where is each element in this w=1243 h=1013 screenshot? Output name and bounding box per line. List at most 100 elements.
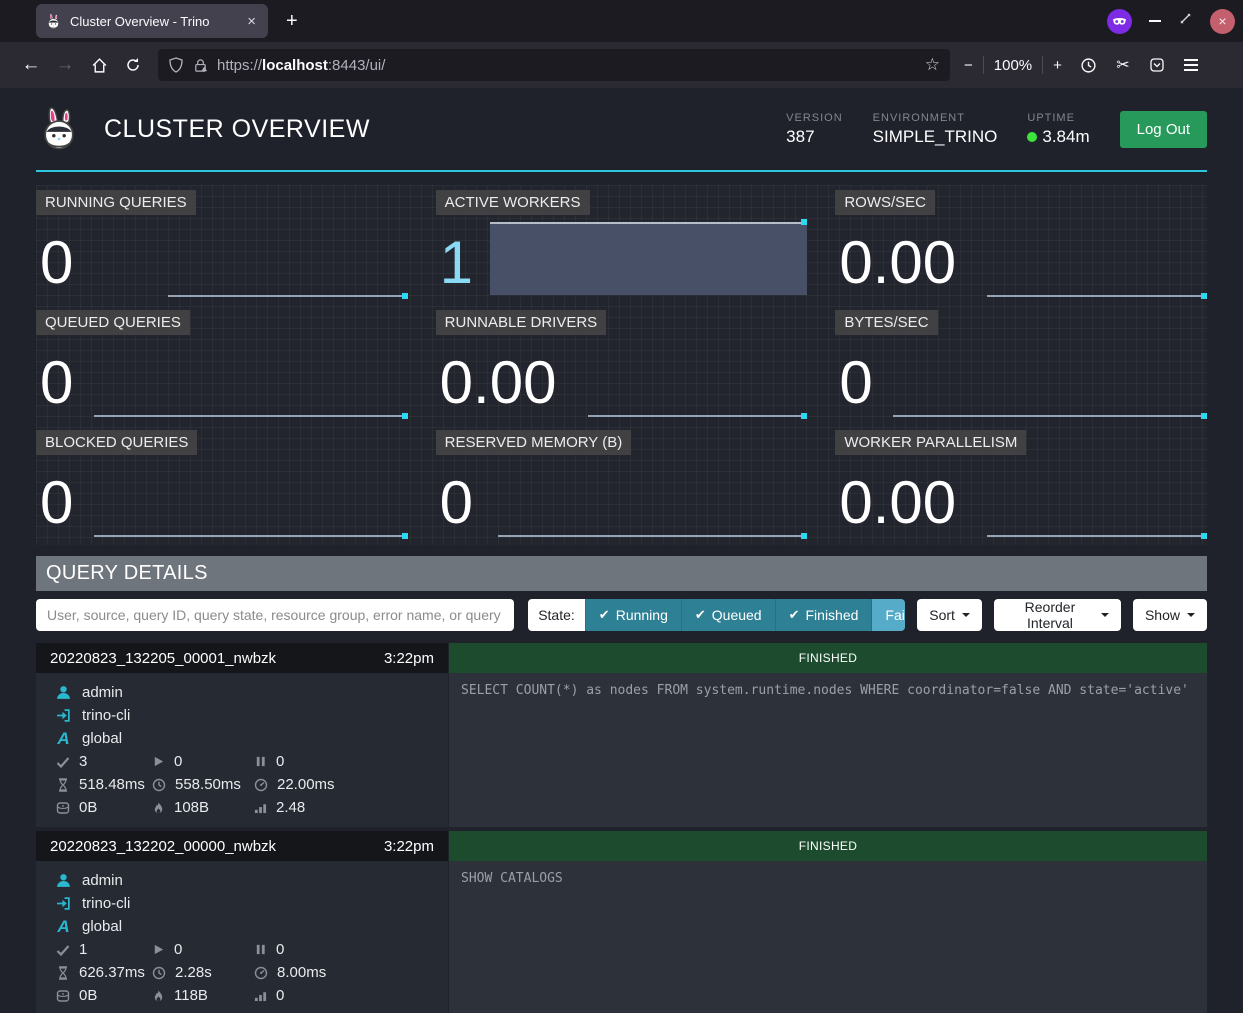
- query-details-header: QUERY DETAILS: [36, 556, 1207, 591]
- check-icon: ✔: [599, 607, 610, 623]
- stat-value: 0.00: [839, 233, 956, 293]
- query-row-header: 20220823_132205_00001_nwbzk 3:22pm FINIS…: [36, 643, 1207, 673]
- query-list: 20220823_132205_00001_nwbzk 3:22pm FINIS…: [36, 643, 1207, 1013]
- tab-title: Cluster Overview - Trino: [70, 14, 244, 29]
- zoom-level[interactable]: 100%: [994, 57, 1032, 74]
- stat-card-rows-sec: ROWS/SEC 0.00: [835, 185, 1207, 305]
- forward-button[interactable]: →: [48, 54, 82, 76]
- sparkline-dot: [801, 413, 807, 419]
- sparkline: [987, 295, 1205, 297]
- tracking-shield-icon[interactable]: [168, 57, 184, 73]
- check-icon: ✔: [695, 607, 706, 623]
- reorder-interval-dropdown[interactable]: Reorder Interval: [994, 599, 1121, 631]
- completed-splits-icon: [56, 943, 70, 957]
- query-search-input[interactable]: [36, 599, 514, 631]
- sort-dropdown[interactable]: Sort: [917, 599, 982, 631]
- query-filter-row: State: ✔ Running ✔ Queued ✔ Finished Fai…: [36, 599, 1207, 631]
- stat-label: RESERVED MEMORY (B): [436, 430, 632, 455]
- query-user: admin: [82, 872, 123, 889]
- browser-tab-bar: Cluster Overview - Trino × + ×: [0, 0, 1243, 42]
- private-browsing-icon: [1107, 9, 1132, 34]
- stat-label: ROWS/SEC: [835, 190, 935, 215]
- queued-splits-icon: [254, 943, 267, 956]
- query-time: 3:22pm: [384, 650, 434, 667]
- version-info: VERSION 387: [786, 112, 843, 147]
- resource-group-icon: A: [56, 729, 71, 749]
- uptime-info: UPTIME 3.84m: [1027, 112, 1089, 147]
- back-button[interactable]: ←: [14, 54, 48, 76]
- query-source: trino-cli: [82, 707, 130, 724]
- sparkline-dot: [801, 219, 807, 225]
- stat-label: RUNNABLE DRIVERS: [436, 310, 607, 335]
- chevron-down-icon: [1101, 613, 1109, 617]
- stat-value: 0: [440, 473, 473, 533]
- filter-queued-button[interactable]: ✔ Queued: [681, 599, 775, 631]
- query-id-link[interactable]: 20220823_132205_00001_nwbzk: [50, 650, 276, 667]
- stat-card-runnable-drivers: RUNNABLE DRIVERS 0.00: [436, 305, 808, 425]
- menu-button[interactable]: [1174, 59, 1208, 71]
- cpu-time-icon: [152, 778, 166, 792]
- sparkline: [94, 535, 406, 537]
- query-sql-text: SELECT COUNT(*) as nodes FROM system.run…: [449, 673, 1207, 827]
- browser-toolbar: ← → https://localhost:8443/ui/ ☆ − 100% …: [0, 42, 1243, 88]
- stat-card-running-queries: RUNNING QUERIES 0: [36, 185, 408, 305]
- zoom-in-button[interactable]: +: [1053, 57, 1062, 74]
- running-splits-icon: [152, 943, 165, 956]
- query-status-bar: FINISHED: [449, 831, 1207, 861]
- peak-memory-icon: [152, 989, 165, 1003]
- new-tab-button[interactable]: +: [286, 10, 298, 33]
- state-filter-label: State:: [528, 599, 585, 631]
- tab-close-icon[interactable]: ×: [244, 13, 259, 30]
- url-bar[interactable]: https://localhost:8443/ui/ ☆: [158, 49, 950, 81]
- completed-splits-icon: [56, 755, 70, 769]
- stat-card-bytes-sec: BYTES/SEC 0: [835, 305, 1207, 425]
- query-user: admin: [82, 684, 123, 701]
- trino-favicon: [45, 13, 62, 30]
- stat-value: 0: [40, 233, 73, 293]
- window-close-button[interactable]: ×: [1210, 9, 1235, 34]
- window-minimize-button[interactable]: [1149, 20, 1161, 22]
- page-title: CLUSTER OVERVIEW: [104, 115, 370, 144]
- screenshot-scissors-icon[interactable]: ✂: [1106, 55, 1140, 75]
- logout-button[interactable]: Log Out: [1120, 111, 1207, 148]
- pocket-button[interactable]: [1140, 57, 1174, 73]
- stat-card-blocked-queries: BLOCKED QUERIES 0: [36, 425, 408, 545]
- window-restore-button[interactable]: [1178, 11, 1193, 31]
- show-dropdown[interactable]: Show: [1133, 599, 1207, 631]
- bookmark-star-icon[interactable]: ☆: [925, 55, 940, 75]
- sparkline-dot: [402, 533, 408, 539]
- window-controls: ×: [1107, 0, 1235, 42]
- sparkline-dot: [402, 293, 408, 299]
- stat-value: 0: [40, 473, 73, 533]
- stat-label: BYTES/SEC: [835, 310, 937, 335]
- stat-card-reserved-memory: RESERVED MEMORY (B) 0: [436, 425, 808, 545]
- lock-warning-icon[interactable]: [193, 58, 208, 73]
- trino-logo: [36, 106, 82, 152]
- stat-card-active-workers: ACTIVE WORKERS 1: [436, 185, 808, 305]
- reload-button[interactable]: [116, 57, 150, 73]
- url-text: https://localhost:8443/ui/: [217, 57, 385, 74]
- filter-running-button[interactable]: ✔ Running: [585, 599, 681, 631]
- elapsed-time-icon: [56, 966, 70, 980]
- query-id-link[interactable]: 20220823_132202_00000_nwbzk: [50, 838, 276, 855]
- sparkline-area: [490, 222, 808, 295]
- sparkline: [588, 415, 806, 417]
- elapsed-time-icon: [56, 778, 70, 792]
- stat-value: 0.00: [440, 353, 557, 413]
- environment-info: ENVIRONMENT SIMPLE_TRINO: [873, 112, 998, 147]
- filter-finished-button[interactable]: ✔ Finished: [775, 599, 872, 631]
- source-icon: [56, 896, 71, 911]
- home-button[interactable]: [82, 57, 116, 74]
- sparkline-dot: [1201, 293, 1207, 299]
- history-button[interactable]: [1072, 57, 1106, 74]
- query-row-header: 20220823_132202_00000_nwbzk 3:22pm FINIS…: [36, 831, 1207, 861]
- sparkline-dot: [1201, 533, 1207, 539]
- parallelism-icon: [254, 989, 267, 1002]
- stat-value: 0.00: [839, 473, 956, 533]
- stat-value: 1: [440, 233, 473, 293]
- sparkline-dot: [801, 533, 807, 539]
- browser-tab[interactable]: Cluster Overview - Trino ×: [36, 4, 268, 38]
- filter-failed-dropdown[interactable]: Failed: [871, 599, 905, 631]
- zoom-out-button[interactable]: −: [964, 57, 973, 74]
- stat-value: 0: [839, 353, 872, 413]
